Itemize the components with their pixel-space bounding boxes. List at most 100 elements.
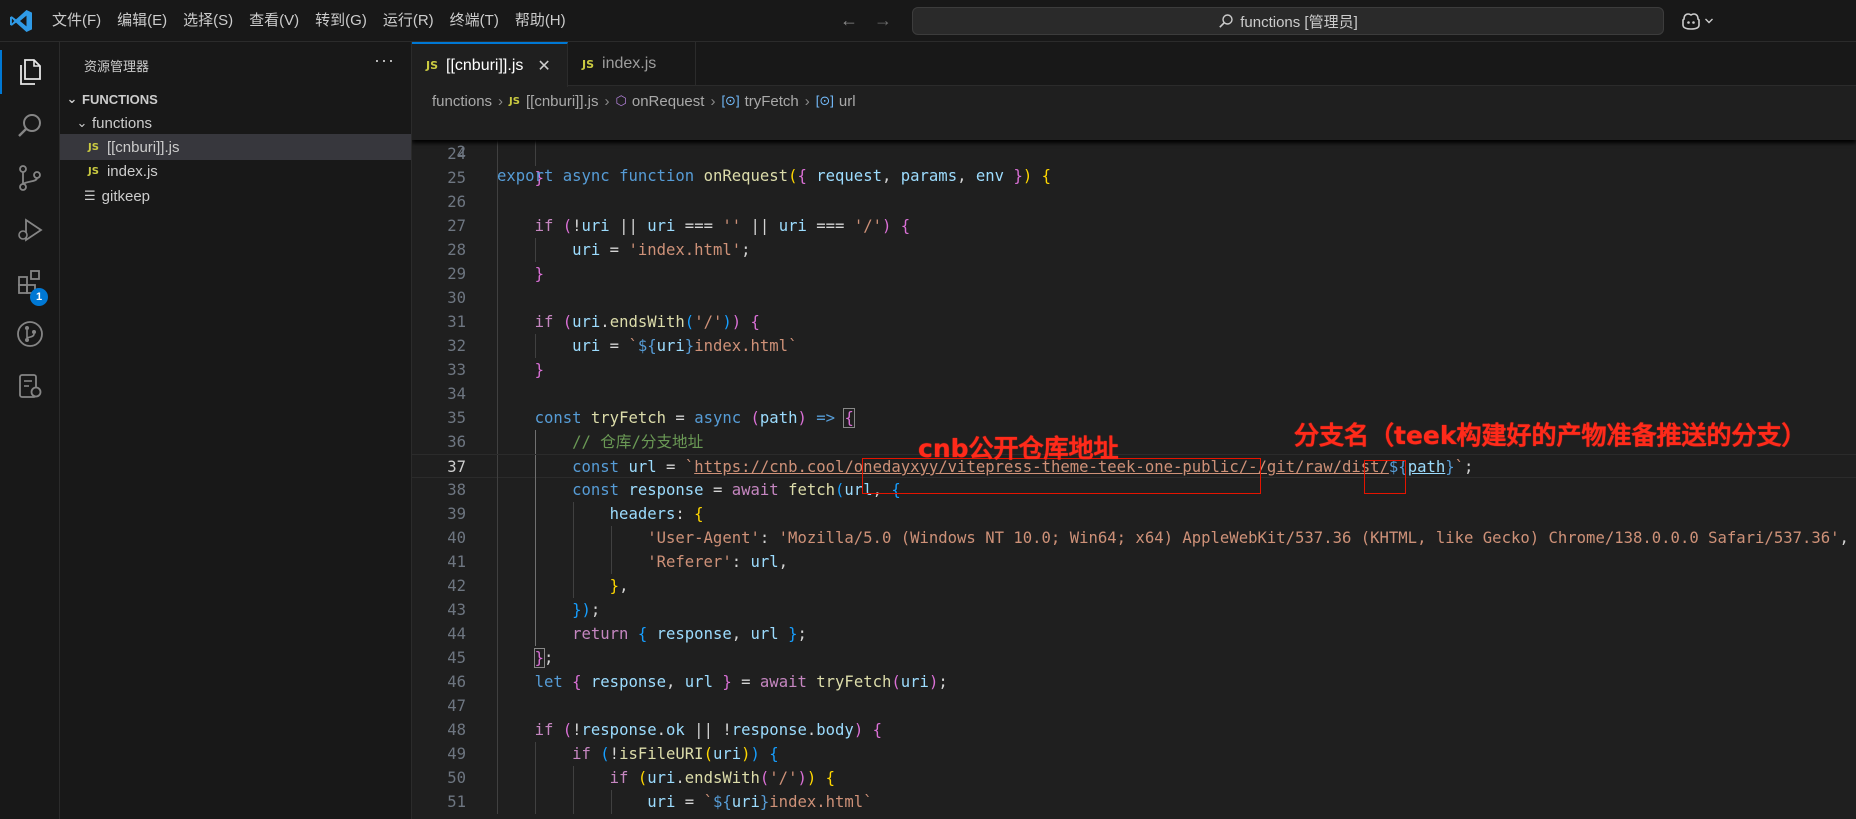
menu-view[interactable]: 查看(V) <box>241 0 307 42</box>
js-file-icon: JS <box>88 165 99 177</box>
command-center-search[interactable]: functions [管理员] <box>912 7 1664 35</box>
run-debug-icon[interactable] <box>0 202 60 258</box>
more-actions-icon[interactable]: ··· <box>374 50 395 71</box>
menu-go[interactable]: 转到(G) <box>307 0 375 42</box>
code-text: }, <box>609 577 629 595</box>
search-icon[interactable] <box>0 98 60 154</box>
breadcrumb-function[interactable]: ⬡ onRequest <box>616 93 705 110</box>
code-text: 'User-Agent': 'Mozilla/5.0 (Windows NT 1… <box>647 529 1849 547</box>
breadcrumb-file[interactable]: JS [[cnburi]].js <box>509 93 598 110</box>
line-number: 34 <box>447 385 466 403</box>
code-text: }); <box>572 601 601 619</box>
line-number: 44 <box>447 625 466 643</box>
branch-annotation-label: 分支名（teek构建好的产物准备推送的分支） <box>1294 421 1807 450</box>
code-text: uri = 'index.html'; <box>572 241 751 259</box>
breadcrumb-variable[interactable]: [⊙] url <box>816 93 856 110</box>
git-graph-icon[interactable] <box>0 306 60 362</box>
source-control-icon[interactable] <box>0 150 60 206</box>
code-text: if (!response.ok || !response.body) { <box>534 721 882 739</box>
line-number: 36 <box>447 433 466 451</box>
breadcrumb-file-label: [[cnburi]].js <box>525 92 599 110</box>
tab-cnburi-js[interactable]: JS [[cnburi]].js ✕ <box>412 42 568 87</box>
line-number: 30 <box>447 289 466 307</box>
code-text: 'Referer': url, <box>647 553 789 571</box>
breadcrumb-inner-label: tryFetch <box>744 92 799 110</box>
line-number: 45 <box>447 649 466 667</box>
menu-file[interactable]: 文件(F) <box>44 0 109 42</box>
line-number: 32 <box>447 337 466 355</box>
line-number: 2 <box>456 143 466 161</box>
line-number: 28 <box>447 241 466 259</box>
chevron-down-icon: ⌄ <box>66 91 78 106</box>
method-icon: ⬡ <box>615 93 627 108</box>
menu-run[interactable]: 运行(R) <box>375 0 442 42</box>
line-number: 51 <box>447 793 466 811</box>
line-number: 40 <box>447 529 466 547</box>
line-number: 33 <box>447 361 466 379</box>
line-number: 37 <box>447 458 466 476</box>
line-number: 50 <box>447 769 466 787</box>
line-number: 38 <box>447 481 466 499</box>
command-center-label: functions [管理员] <box>1240 13 1358 31</box>
js-file-icon: JS <box>509 95 520 107</box>
chevron-right-icon: › <box>498 92 504 110</box>
breadcrumb-inner[interactable]: [⊙] tryFetch <box>721 93 798 110</box>
vscode-logo-icon <box>8 8 34 34</box>
code-text: if (uri.endsWith('/')) { <box>609 769 836 787</box>
js-file-icon: JS <box>582 57 595 71</box>
code-text: } <box>534 265 544 283</box>
code-text: headers: { <box>609 505 704 523</box>
extensions-icon[interactable]: 1 <box>0 254 60 310</box>
code-text: return { response, url }; <box>572 625 807 643</box>
extensions-badge: 1 <box>30 288 48 306</box>
file-item-index[interactable]: JS index.js <box>60 158 411 184</box>
forward-arrow-icon[interactable]: → <box>874 10 892 31</box>
tab-index-js[interactable]: JS index.js <box>568 42 696 86</box>
file-item-gitkeep[interactable]: ☰ gitkeep <box>60 183 411 209</box>
code-text: export async function onRequest({ reques… <box>497 167 1051 185</box>
menu-selection[interactable]: 选择(S) <box>175 0 241 42</box>
variable-icon: [⊙] <box>721 93 740 108</box>
file-label: index.js <box>106 162 158 180</box>
line-number: 31 <box>447 313 466 331</box>
file-item-cnburi[interactable]: JS [[cnburi]].js <box>60 134 411 160</box>
breadcrumb-variable-label: url <box>838 92 856 110</box>
code-text: if (!uri || uri === '' || uri === '/') { <box>534 217 911 235</box>
copilot-icon[interactable] <box>1680 9 1720 33</box>
explorer-root-section[interactable]: ⌄ FUNCTIONS <box>60 86 411 112</box>
breadcrumb-folder[interactable]: functions <box>432 93 492 110</box>
code-text: }; <box>533 648 554 668</box>
menu-terminal[interactable]: 终端(T) <box>442 0 507 42</box>
code-text: uri = `${uri}index.html` <box>572 337 798 355</box>
chevron-down-icon: ⌄ <box>76 115 88 130</box>
folder-functions[interactable]: ⌄ functions <box>60 110 411 136</box>
explorer-sidebar: 资源管理器 ··· ⌄ FUNCTIONS ⌄ functions JS [[c… <box>60 42 412 819</box>
back-arrow-icon[interactable]: ← <box>840 10 858 31</box>
chevron-right-icon: › <box>710 92 716 110</box>
sticky-scroll-line[interactable]: 2 export async function onRequest({ requ… <box>412 116 1856 185</box>
line-number: 48 <box>447 721 466 739</box>
menu-help[interactable]: 帮助(H) <box>507 0 574 42</box>
title-bar: 文件(F) 编辑(E) 选择(S) 查看(V) 转到(G) 运行(R) 终端(T… <box>0 0 1856 42</box>
breadcrumb: functions › JS [[cnburi]].js › ⬡ onRequest… <box>412 86 1856 116</box>
chevron-down-icon <box>1705 18 1713 24</box>
remote-explorer-icon[interactable] <box>0 358 60 414</box>
menu-edit[interactable]: 编辑(E) <box>109 0 175 42</box>
explorer-icon[interactable] <box>0 44 60 100</box>
branch-highlight-box <box>1364 460 1406 494</box>
js-file-icon: JS <box>88 141 99 153</box>
code-text: const tryFetch = async (path) => { <box>534 408 855 428</box>
code-text: if (!isFileURI(uri)) { <box>572 745 779 763</box>
line-number: 47 <box>447 697 466 715</box>
code-text: const response = await fetch(url, { <box>572 481 901 499</box>
line-number: 35 <box>447 409 466 427</box>
folder-label: functions <box>92 114 153 132</box>
close-icon[interactable]: ✕ <box>537 56 550 76</box>
activity-bar: 1 <box>0 42 60 819</box>
line-number: 42 <box>447 577 466 595</box>
line-number: 49 <box>447 745 466 763</box>
menu-bar: 文件(F) 编辑(E) 选择(S) 查看(V) 转到(G) 运行(R) 终端(T… <box>44 0 574 42</box>
line-number: 43 <box>447 601 466 619</box>
code-text: } <box>534 361 544 379</box>
root-folder-label: FUNCTIONS <box>82 91 158 107</box>
